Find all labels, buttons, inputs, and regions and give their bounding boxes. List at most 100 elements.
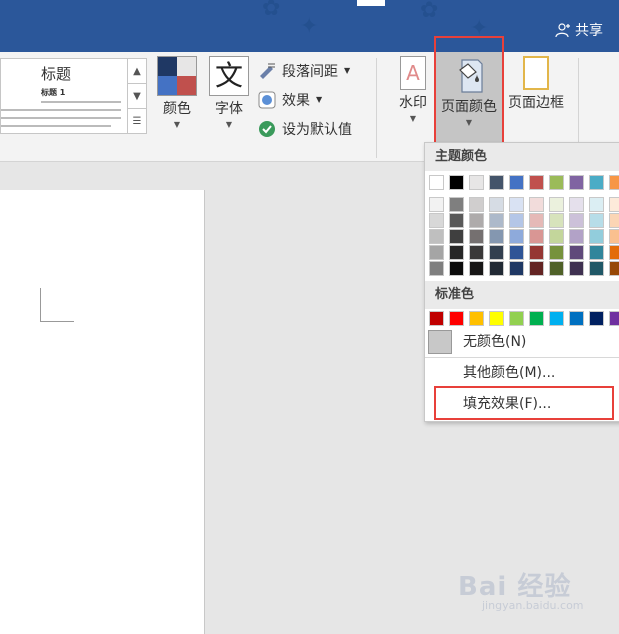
theme-shade-swatch[interactable] [429, 229, 444, 244]
standard-color-swatch[interactable] [449, 311, 464, 326]
chevron-up-icon[interactable]: ▲ [128, 59, 146, 84]
theme-shade-swatch[interactable] [449, 245, 464, 260]
paragraph-spacing-button[interactable]: 段落间距 ▼ [258, 56, 352, 85]
design-small-commands: 段落间距 ▼ 效果 ▼ 设为默认值 [258, 56, 352, 143]
theme-shade-swatch[interactable] [429, 245, 444, 260]
share-button[interactable]: 共享 [555, 20, 603, 40]
theme-shade-swatch[interactable] [549, 261, 564, 276]
page-color-label: 页面颜色 [441, 99, 497, 115]
no-color-label: 无颜色(N) [463, 334, 527, 350]
theme-shade-swatch[interactable] [469, 229, 484, 244]
checkmark-icon [258, 120, 276, 138]
effects-button[interactable]: 效果 ▼ [258, 85, 352, 114]
theme-shade-swatch[interactable] [569, 213, 584, 228]
standard-color-swatch[interactable] [489, 311, 504, 326]
no-color-item[interactable]: 无颜色(N) [425, 327, 619, 357]
theme-shade-swatch[interactable] [489, 261, 504, 276]
standard-color-swatch[interactable] [609, 311, 619, 326]
theme-shade-swatch[interactable] [509, 197, 524, 212]
theme-shade-swatch[interactable] [529, 213, 544, 228]
theme-shade-swatch[interactable] [469, 213, 484, 228]
theme-shade-swatch[interactable] [529, 197, 544, 212]
theme-color-swatch[interactable] [609, 175, 619, 190]
theme-shade-swatch[interactable] [429, 261, 444, 276]
theme-shade-swatch[interactable] [609, 229, 619, 244]
theme-shade-swatch[interactable] [489, 229, 504, 244]
more-colors-item[interactable]: 其他颜色(M)... [425, 357, 619, 387]
theme-color-swatch[interactable] [429, 175, 444, 190]
swatch [158, 57, 177, 76]
decoration-icon: ✿ [420, 0, 439, 23]
standard-color-swatch[interactable] [529, 311, 544, 326]
theme-shade-swatch[interactable] [529, 229, 544, 244]
theme-shade-swatch[interactable] [589, 213, 604, 228]
theme-color-swatch[interactable] [549, 175, 564, 190]
theme-color-swatch[interactable] [529, 175, 544, 190]
colors-button[interactable]: 颜色 ▼ [155, 56, 199, 129]
theme-shade-swatch[interactable] [469, 261, 484, 276]
theme-shade-swatch[interactable] [509, 245, 524, 260]
decoration-icon: ✦ [300, 14, 319, 39]
theme-shade-swatch[interactable] [509, 261, 524, 276]
theme-color-swatch[interactable] [449, 175, 464, 190]
theme-shade-swatch[interactable] [449, 213, 464, 228]
standard-color-swatch[interactable] [469, 311, 484, 326]
theme-shade-swatch[interactable] [549, 197, 564, 212]
theme-shade-swatch[interactable] [549, 229, 564, 244]
theme-shade-swatch[interactable] [589, 229, 604, 244]
fill-effects-item[interactable]: 填充效果(F)... [425, 389, 619, 419]
theme-shade-swatch[interactable] [509, 213, 524, 228]
theme-shade-swatch[interactable] [569, 261, 584, 276]
standard-color-swatch[interactable] [509, 311, 524, 326]
theme-shade-swatch[interactable] [569, 197, 584, 212]
theme-shade-swatch[interactable] [449, 229, 464, 244]
theme-shade-swatch[interactable] [549, 245, 564, 260]
standard-color-swatch[interactable] [569, 311, 584, 326]
theme-shade-swatch[interactable] [469, 197, 484, 212]
theme-shade-swatch[interactable] [489, 213, 504, 228]
theme-shade-swatch[interactable] [589, 197, 604, 212]
theme-shade-swatch[interactable] [549, 213, 564, 228]
theme-shade-swatch[interactable] [609, 245, 619, 260]
theme-color-swatch[interactable] [509, 175, 524, 190]
page-color-button[interactable]: 页面颜色 ▼ [436, 52, 502, 150]
watermark-button[interactable]: A 水印 ▼ [393, 56, 433, 123]
page-borders-button[interactable]: 页面边框 [504, 56, 568, 112]
theme-shade-swatch[interactable] [589, 245, 604, 260]
theme-shade-swatch[interactable] [449, 261, 464, 276]
theme-shade-swatch[interactable] [469, 245, 484, 260]
watermark-icon: A [400, 56, 426, 90]
theme-shade-swatch[interactable] [589, 261, 604, 276]
theme-shade-swatch[interactable] [529, 245, 544, 260]
theme-shade-swatch[interactable] [489, 245, 504, 260]
theme-shade-swatch[interactable] [449, 197, 464, 212]
theme-color-swatch[interactable] [589, 175, 604, 190]
chevron-down-icon[interactable]: ▼ [128, 84, 146, 109]
theme-shade-swatch[interactable] [509, 229, 524, 244]
theme-shade-swatch[interactable] [609, 197, 619, 212]
theme-shade-swatch[interactable] [609, 261, 619, 276]
theme-shade-swatch[interactable] [529, 261, 544, 276]
chevron-down-icon: ▼ [173, 120, 181, 129]
title-bar: ✿ ✦ ✿ ✦ 共享 [0, 0, 619, 52]
theme-color-swatch[interactable] [489, 175, 504, 190]
theme-shade-swatch[interactable] [429, 197, 444, 212]
fonts-button[interactable]: 文 字体 ▼ [207, 56, 251, 129]
theme-shade-swatch[interactable] [609, 213, 619, 228]
standard-color-swatch[interactable] [429, 311, 444, 326]
theme-color-swatch[interactable] [569, 175, 584, 190]
set-default-button[interactable]: 设为默认值 [258, 114, 352, 143]
style-gallery[interactable]: 标题 标题 1 [0, 58, 128, 134]
document-page[interactable] [0, 190, 205, 634]
theme-shade-swatch[interactable] [429, 213, 444, 228]
page-color-dropdown: 主题颜色 标准色 无颜色(N) 其他颜色(M)... 填充效果(F)... [424, 142, 619, 422]
standard-color-swatch[interactable] [589, 311, 604, 326]
theme-shade-swatch[interactable] [489, 197, 504, 212]
theme-shade-swatch[interactable] [569, 245, 584, 260]
theme-shade-swatch[interactable] [569, 229, 584, 244]
share-label: 共享 [575, 23, 603, 39]
fonts-label: 字体 [215, 101, 243, 117]
standard-color-swatch[interactable] [549, 311, 564, 326]
theme-color-swatch[interactable] [469, 175, 484, 190]
more-icon[interactable]: ☰ [128, 109, 146, 134]
